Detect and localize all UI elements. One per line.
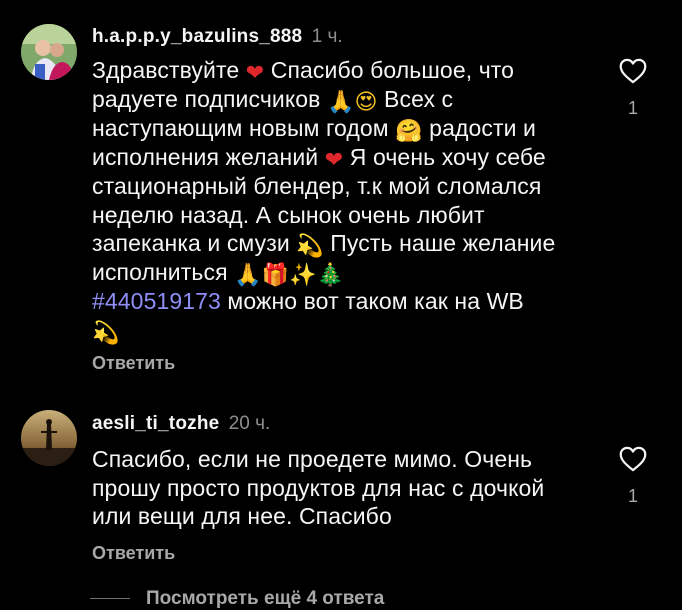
reply-button[interactable]: Ответить — [92, 352, 175, 374]
comment-time: 1 ч. — [311, 26, 343, 47]
view-more-replies-label: Посмотреть ещё 4 ответа — [146, 588, 385, 609]
username[interactable]: h.a.p.p.y_bazulins_888 — [92, 26, 302, 47]
like-count: 1 — [627, 486, 638, 506]
comment-text-part: Здравствуйте — [92, 57, 246, 83]
hugging-face-emoji: 🤗 — [395, 119, 423, 144]
folded-hands-emoji: 🙏 — [327, 90, 355, 115]
red-heart-emoji: ❤ — [324, 148, 344, 173]
comment-time: 20 ч. — [228, 413, 271, 434]
red-heart-emoji: ❤ — [245, 61, 265, 86]
heart-eyes-emoji: 😍 — [354, 90, 378, 115]
like-button[interactable]: 1 — [617, 58, 649, 119]
comment-text: Спасибо, если не проедете мимо. Очень пр… — [92, 446, 545, 529]
gift-emoji: 🎁 — [261, 263, 290, 288]
avatar[interactable] — [21, 410, 77, 466]
divider-line — [90, 598, 130, 600]
avatar-photo — [21, 410, 77, 466]
christmas-tree-emoji: 🎄 — [316, 263, 345, 288]
view-more-replies-button[interactable]: Посмотреть ещё 4 ответа — [90, 588, 384, 610]
avatar[interactable] — [21, 24, 77, 80]
dizzy-emoji: 💫 — [92, 320, 120, 346]
comment-text: Здравствуйте ❤ Спасибо большое, что раду… — [92, 56, 592, 345]
username[interactable]: aesli_ti_tozhe — [92, 413, 219, 434]
avatar-photo — [21, 24, 77, 80]
folded-hands-emoji: 🙏 — [234, 263, 262, 288]
dizzy-emoji: 💫 — [296, 234, 324, 259]
hashtag-link[interactable]: #440519173 — [92, 288, 221, 314]
sparkles-emoji: ✨ — [289, 263, 317, 288]
reply-button[interactable]: Ответить — [92, 542, 175, 564]
like-count: 1 — [627, 98, 638, 118]
heart-outline-icon — [619, 58, 647, 84]
like-button[interactable]: 1 — [617, 446, 649, 507]
heart-outline-icon — [619, 446, 647, 472]
comment-text-part: можно вот таком как на WB — [220, 288, 524, 314]
